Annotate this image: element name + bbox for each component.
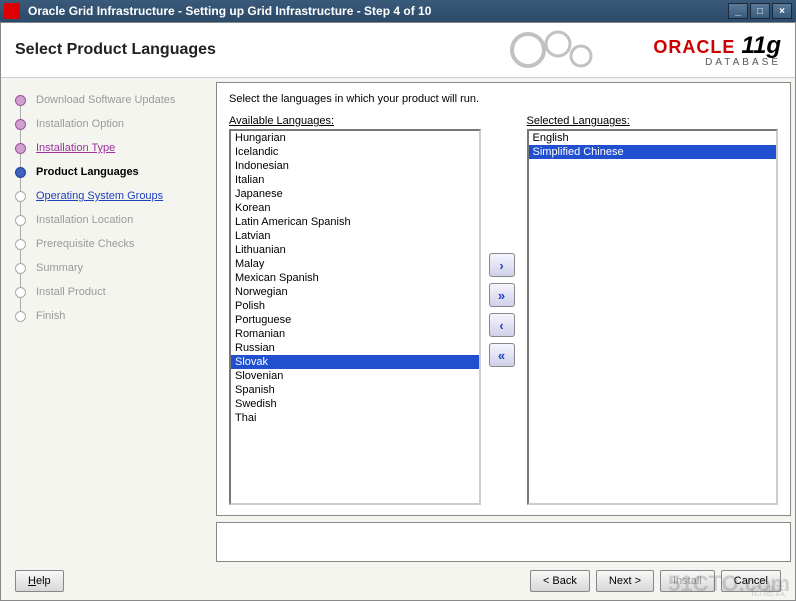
step-installation-type[interactable]: Installation Type xyxy=(15,136,210,160)
message-area xyxy=(216,522,791,562)
window-controls: _ □ × xyxy=(728,3,792,19)
step-label: Installation Location xyxy=(36,214,133,226)
oracle-logo: ORACLE 11g DATABASE xyxy=(653,32,781,68)
install-button: Install xyxy=(660,570,715,592)
list-item[interactable]: Slovak xyxy=(231,355,479,369)
list-item[interactable]: Latin American Spanish xyxy=(231,215,479,229)
list-item[interactable]: Norwegian xyxy=(231,285,479,299)
help-button[interactable]: Help xyxy=(15,570,64,592)
list-item[interactable]: Polish xyxy=(231,299,479,313)
step-label: Finish xyxy=(36,310,65,322)
step-installation-location: Installation Location xyxy=(15,208,210,232)
step-operating-system-groups[interactable]: Operating System Groups xyxy=(15,184,210,208)
step-bullet xyxy=(15,239,26,250)
list-item[interactable]: Mexican Spanish xyxy=(231,271,479,285)
window-body: Select Product Languages ORACLE 11g DATAB… xyxy=(0,22,796,601)
step-label: Download Software Updates xyxy=(36,94,175,106)
remove-all-button[interactable]: « xyxy=(489,343,515,367)
step-bullet xyxy=(15,95,26,106)
selected-label: Selected Languages: xyxy=(527,115,779,127)
header: Select Product Languages ORACLE 11g DATAB… xyxy=(1,23,795,78)
step-sidebar: Download Software Updates Installation Op… xyxy=(1,78,216,516)
list-item[interactable]: Italian xyxy=(231,173,479,187)
add-all-button[interactable]: » xyxy=(489,283,515,307)
app-icon xyxy=(4,3,20,19)
minimize-button[interactable]: _ xyxy=(728,3,748,19)
list-item[interactable]: English xyxy=(529,131,777,145)
step-download-software-updates: Download Software Updates xyxy=(15,88,210,112)
list-item[interactable]: Japanese xyxy=(231,187,479,201)
list-item[interactable]: Swedish xyxy=(231,397,479,411)
header-graphic xyxy=(453,25,653,75)
step-bullet xyxy=(15,215,26,226)
step-bullet xyxy=(15,119,26,130)
step-bullet xyxy=(15,143,26,154)
step-finish: Finish xyxy=(15,304,210,328)
step-label: Prerequisite Checks xyxy=(36,238,134,250)
maximize-button[interactable]: □ xyxy=(750,3,770,19)
step-bullet xyxy=(15,167,26,178)
close-button[interactable]: × xyxy=(772,3,792,19)
available-column: Available Languages: HungarianIcelandicI… xyxy=(229,115,481,505)
list-item[interactable]: Indonesian xyxy=(231,159,479,173)
content-body: Download Software Updates Installation Op… xyxy=(1,78,795,516)
step-prerequisite-checks: Prerequisite Checks xyxy=(15,232,210,256)
selected-languages-listbox[interactable]: EnglishSimplified Chinese xyxy=(527,129,779,505)
window-title: Oracle Grid Infrastructure - Setting up … xyxy=(26,4,728,18)
transfer-buttons: › » ‹ « xyxy=(489,115,519,505)
step-label: Summary xyxy=(36,262,83,274)
available-languages-listbox[interactable]: HungarianIcelandicIndonesianItalianJapan… xyxy=(229,129,481,505)
step-product-languages: Product Languages xyxy=(15,160,210,184)
step-bullet xyxy=(15,263,26,274)
step-installation-option: Installation Option xyxy=(15,112,210,136)
cancel-button[interactable]: Cancel xyxy=(721,570,781,592)
step-label: Operating System Groups xyxy=(36,190,163,202)
page-title: Select Product Languages xyxy=(15,41,453,59)
list-item[interactable]: Malay xyxy=(231,257,479,271)
list-item[interactable]: Thai xyxy=(231,411,479,425)
list-item[interactable]: Hungarian xyxy=(231,131,479,145)
step-label: Product Languages xyxy=(36,166,139,178)
list-item[interactable]: Icelandic xyxy=(231,145,479,159)
logo-brand: ORACLE xyxy=(653,37,735,57)
instruction-text: Select the languages in which your produ… xyxy=(229,93,778,105)
step-label: Installation Option xyxy=(36,118,124,130)
titlebar: Oracle Grid Infrastructure - Setting up … xyxy=(0,0,796,22)
list-item[interactable]: Simplified Chinese xyxy=(529,145,777,159)
step-bullet xyxy=(15,311,26,322)
list-item[interactable]: Korean xyxy=(231,201,479,215)
list-item[interactable]: Spanish xyxy=(231,383,479,397)
step-label: Installation Type xyxy=(36,142,115,154)
remove-button[interactable]: ‹ xyxy=(489,313,515,337)
step-summary: Summary xyxy=(15,256,210,280)
list-item[interactable]: Russian xyxy=(231,341,479,355)
back-button[interactable]: < Back xyxy=(530,570,590,592)
selected-column: Selected Languages: EnglishSimplified Ch… xyxy=(527,115,779,505)
step-install-product: Install Product xyxy=(15,280,210,304)
logo-sub: DATABASE xyxy=(653,57,781,68)
available-label: Available Languages: xyxy=(229,115,481,127)
language-lists: Available Languages: HungarianIcelandicI… xyxy=(229,115,778,505)
step-label: Install Product xyxy=(36,286,106,298)
step-bullet xyxy=(15,191,26,202)
footer: Help < Back Next > Install Cancel xyxy=(1,562,795,600)
main-panel: Select the languages in which your produ… xyxy=(216,82,791,516)
list-item[interactable]: Lithuanian xyxy=(231,243,479,257)
list-item[interactable]: Portuguese xyxy=(231,313,479,327)
step-bullet xyxy=(15,287,26,298)
add-button[interactable]: › xyxy=(489,253,515,277)
list-item[interactable]: Latvian xyxy=(231,229,479,243)
list-item[interactable]: Romanian xyxy=(231,327,479,341)
next-button[interactable]: Next > xyxy=(596,570,654,592)
list-item[interactable]: Slovenian xyxy=(231,369,479,383)
logo-version: 11g xyxy=(741,32,781,59)
